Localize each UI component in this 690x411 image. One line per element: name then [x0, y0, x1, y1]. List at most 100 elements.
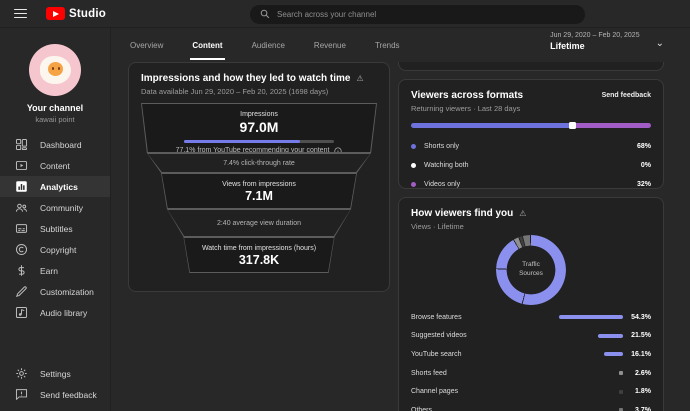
formats-stacked-bar [411, 122, 651, 129]
sidebar-item-label: Community [40, 203, 83, 213]
traffic-row-channel-pages: Channel pages1.8% [411, 382, 651, 401]
audio-library-icon [14, 305, 29, 320]
avatar-eye-left [52, 67, 54, 70]
search-icon [260, 9, 270, 19]
sidebar-item-label: Settings [40, 369, 71, 379]
traffic-sources-list: Browse features54.3%Suggested videos21.5… [411, 308, 651, 411]
traffic-row-browse-features: Browse features54.3% [411, 308, 651, 327]
warning-icon[interactable]: ⚠ [356, 74, 363, 83]
traffic-source-label: YouTube search [411, 351, 551, 358]
tab-trends[interactable]: Trends [373, 41, 402, 60]
copyright-icon [14, 242, 29, 257]
dashboard-icon [14, 137, 29, 152]
tab-content[interactable]: Content [190, 41, 224, 60]
formats-card-subtitle: Returning viewers · Last 28 days [411, 104, 651, 113]
legend-row-shorts-only: Shorts only68% [411, 137, 651, 156]
analytics-icon [14, 179, 29, 194]
sidebar-item-label: Earn [40, 266, 58, 276]
date-range-label: Lifetime [550, 41, 640, 51]
legend-label: Shorts only [424, 143, 637, 150]
date-range-picker[interactable]: Jun 29, 2020 – Feb 20, 2025 Lifetime ⌄ [550, 32, 664, 51]
sidebar-item-analytics[interactable]: Analytics [0, 176, 110, 197]
watching-both-marker [569, 122, 576, 129]
sidebar-item-label: Send feedback [40, 390, 97, 400]
recommend-progress-bar [184, 140, 334, 143]
traffic-card-subtitle: Views · Lifetime [411, 222, 651, 231]
traffic-bar-zone [551, 315, 623, 319]
impressions-label: Impressions [142, 104, 376, 118]
traffic-source-label: Shorts feed [411, 370, 551, 377]
sidebar-item-label: Subtitles [40, 224, 73, 234]
watchtime-value: 317.8K [142, 253, 376, 267]
traffic-bar-zone [551, 352, 623, 356]
impressions-value: 97.0M [142, 119, 376, 135]
tab-revenue[interactable]: Revenue [312, 41, 348, 60]
sidebar-item-community[interactable]: Community [0, 197, 110, 218]
sidebar-item-settings[interactable]: Settings [0, 363, 110, 384]
avatar-egg-yolk [48, 62, 63, 76]
sidebar-nav: Dashboard Content Analytics Community Subtit… [0, 134, 110, 323]
sidebar-item-send-feedback[interactable]: Send feedback [0, 384, 110, 405]
traffic-source-pct: 54.3% [623, 314, 651, 321]
earn-icon [14, 263, 29, 278]
sidebar-item-earn[interactable]: Earn [0, 260, 110, 281]
youtube-studio-logo[interactable]: Studio [46, 7, 106, 20]
bar-segment-shorts-only [411, 123, 569, 128]
sidebar-item-label: Audio library [40, 308, 87, 318]
traffic-row-youtube-search: YouTube search 16.1% [411, 345, 651, 364]
funnel-connector-avd: 2:40 average view duration [141, 209, 377, 237]
tab-overview[interactable]: Overview [128, 41, 165, 60]
legend-row-videos-only: Videos only32% [411, 175, 651, 194]
traffic-bar-zone [551, 390, 623, 394]
traffic-row-others: Others3.7% [411, 401, 651, 411]
warning-icon[interactable]: ⚠ [519, 209, 526, 218]
traffic-donut-wrap: Traffic Sources [411, 235, 651, 305]
legend-value: 32% [637, 181, 651, 188]
traffic-card-title: How viewers find you [411, 208, 513, 219]
avatar-eye-right [58, 67, 60, 70]
sidebar-item-label: Analytics [40, 182, 78, 192]
impressions-funnel: Impressions 97.0M 77.1% from YouTube rec… [141, 103, 377, 273]
watchtime-label: Watch time from impressions (hours) [142, 238, 376, 252]
legend-label: Videos only [424, 181, 637, 188]
partial-card-above [398, 62, 664, 71]
views-label: Views from impressions [142, 174, 376, 188]
traffic-source-pct: 1.8% [623, 388, 651, 395]
traffic-source-bar [604, 352, 623, 356]
sidebar-item-subtitles[interactable]: Subtitles [0, 218, 110, 239]
youtube-play-icon [46, 7, 65, 20]
channel-name: Your channel [0, 103, 110, 113]
traffic-source-label: Suggested videos [411, 332, 551, 339]
search-input[interactable]: Search across your channel [250, 5, 585, 24]
sidebar-item-customization[interactable]: Customization [0, 281, 110, 302]
legend-dot [411, 144, 416, 149]
impressions-card-title: Impressions and how they led to watch ti… [141, 73, 350, 84]
sidebar-item-audio-library[interactable]: Audio library [0, 302, 110, 323]
traffic-source-pct: 16.1% [623, 351, 651, 358]
ctr-text: 7.4% click-through rate [142, 154, 376, 172]
recommend-text: 77.1% from YouTube recommending your con… [176, 147, 330, 154]
menu-icon[interactable] [14, 9, 27, 18]
tab-audience[interactable]: Audience [250, 41, 287, 60]
avd-text: 2:40 average view duration [142, 210, 376, 236]
channel-handle: kawaii point [0, 115, 110, 124]
legend-row-watching-both: Watching both0% [411, 156, 651, 175]
sidebar-item-dashboard[interactable]: Dashboard [0, 134, 110, 155]
funnel-stage-impressions: Impressions 97.0M 77.1% from YouTube rec… [141, 103, 377, 153]
traffic-source-bar [598, 334, 623, 338]
funnel-stage-views: Views from impressions 7.1M [141, 173, 377, 209]
avatar[interactable] [29, 44, 81, 96]
traffic-source-pct: 3.7% [623, 407, 651, 411]
funnel-connector-ctr: 7.4% click-through rate [141, 153, 377, 173]
sidebar-item-copyright[interactable]: Copyright [0, 239, 110, 260]
send-feedback-link[interactable]: Send feedback [602, 92, 651, 99]
sidebar-item-label: Content [40, 161, 70, 171]
sidebar: Your channel kawaii point Dashboard Conte… [0, 28, 111, 411]
formats-card-title: Viewers across formats [411, 90, 523, 101]
sidebar-nav-footer: Settings Send feedback [0, 363, 110, 405]
sidebar-item-content[interactable]: Content [0, 155, 110, 176]
content-area: Impressions and how they led to watch ti… [112, 62, 690, 411]
customization-icon [14, 284, 29, 299]
legend-value: 0% [641, 162, 651, 169]
topbar: Studio Search across your channel [0, 0, 690, 28]
